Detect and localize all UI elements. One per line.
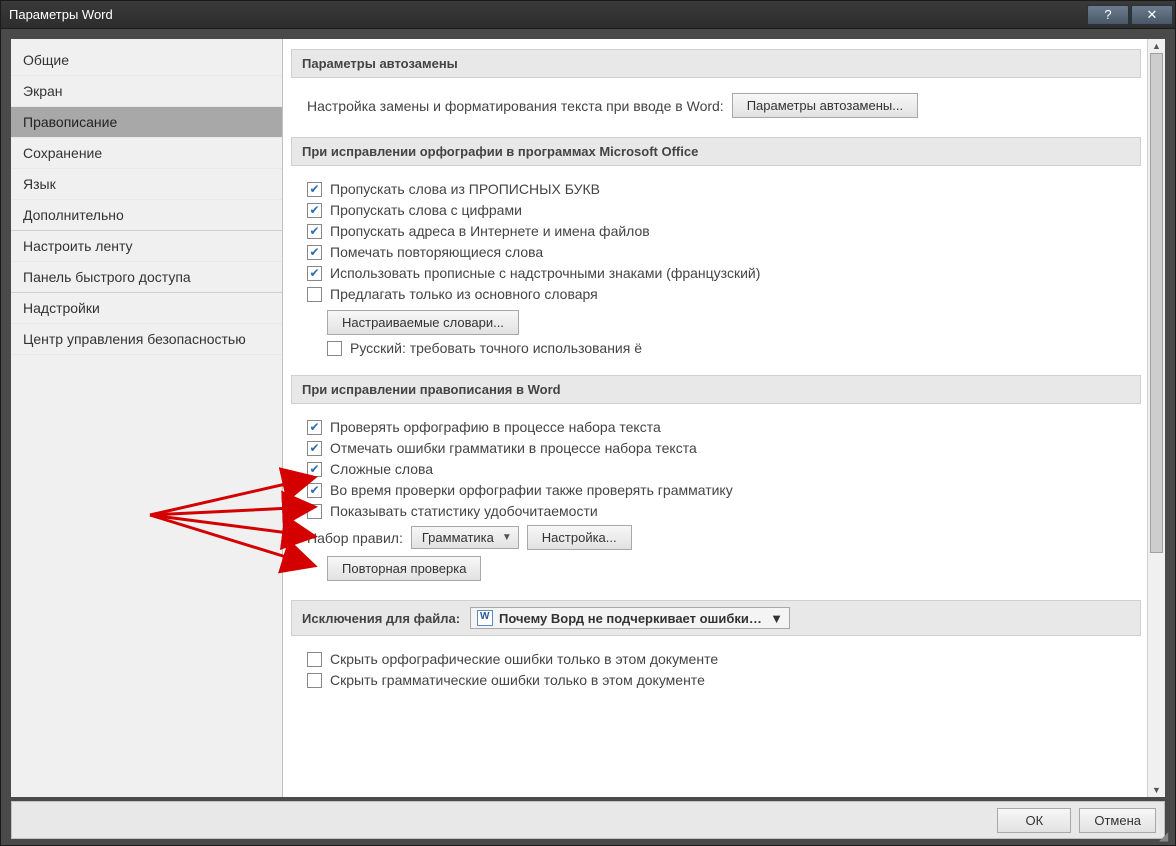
cancel-button[interactable]: Отмена: [1079, 808, 1156, 833]
scroll-up-arrow-icon[interactable]: ▲: [1148, 39, 1165, 53]
sidebar-item-quick-access[interactable]: Панель быстрого доступа: [11, 262, 282, 293]
lbl-mark-grammar-typing: Отмечать ошибки грамматики в процессе на…: [330, 440, 697, 456]
sidebar: Общие Экран Правописание Сохранение Язык…: [11, 39, 283, 797]
recheck-document-button[interactable]: Повторная проверка: [327, 556, 481, 581]
cb-uppercase-words[interactable]: [307, 182, 322, 197]
scrollbar-thumb[interactable]: [1150, 53, 1163, 553]
dialog-body: Общие Экран Правописание Сохранение Язык…: [1, 29, 1175, 845]
scroll-down-arrow-icon[interactable]: ▼: [1148, 783, 1165, 797]
cb-internet-addresses[interactable]: [307, 224, 322, 239]
sidebar-item-proofing[interactable]: Правописание: [11, 107, 282, 138]
autocorrect-options-button[interactable]: Параметры автозамены...: [732, 93, 918, 118]
lbl-hide-grammar-errors: Скрыть грамматические ошибки только в эт…: [330, 672, 705, 688]
lbl-russian-yo: Русский: требовать точного использования…: [350, 340, 642, 356]
cb-mark-grammar-typing[interactable]: [307, 441, 322, 456]
sidebar-item-general[interactable]: Общие: [11, 45, 282, 76]
cb-complex-words[interactable]: [307, 462, 322, 477]
ruleset-label: Набор правил:: [307, 530, 403, 546]
cb-readability-stats[interactable]: [307, 504, 322, 519]
dialog-footer: ОК Отмена: [11, 801, 1165, 839]
exceptions-file-combo[interactable]: Почему Ворд не подчеркивает ошибки кр...…: [470, 607, 790, 629]
lbl-repeated-words: Помечать повторяющиеся слова: [330, 244, 543, 260]
cb-repeated-words[interactable]: [307, 245, 322, 260]
close-icon: ✕: [1147, 7, 1158, 23]
window-title: Параметры Word: [9, 7, 113, 22]
sidebar-item-trust-center[interactable]: Центр управления безопасностью: [11, 324, 282, 355]
lbl-hide-spelling-errors: Скрыть орфографические ошибки только в э…: [330, 651, 718, 667]
cb-check-spelling-typing[interactable]: [307, 420, 322, 435]
titlebar: Параметры Word ? ✕: [1, 1, 1175, 29]
cb-words-with-numbers[interactable]: [307, 203, 322, 218]
lbl-uppercase-words: Пропускать слова из ПРОПИСНЫХ БУКВ: [330, 181, 600, 197]
exceptions-file-value: Почему Ворд не подчеркивает ошибки кр...: [499, 611, 764, 626]
cb-main-dict-only[interactable]: [307, 287, 322, 302]
lbl-check-grammar-with-spell: Во время проверки орфографии также прове…: [330, 482, 733, 498]
chevron-down-icon: ▼: [502, 532, 512, 543]
custom-dictionaries-button[interactable]: Настраиваемые словари...: [327, 310, 519, 335]
section-exceptions-header: Исключения для файла: Почему Ворд не под…: [291, 600, 1141, 636]
lbl-internet-addresses: Пропускать адреса в Интернете и имена фа…: [330, 223, 650, 239]
ok-button[interactable]: ОК: [997, 808, 1071, 833]
exceptions-header-text: Исключения для файла:: [302, 611, 460, 626]
autocorrect-desc: Настройка замены и форматирования текста…: [307, 98, 724, 114]
sidebar-item-display[interactable]: Экран: [11, 76, 282, 107]
lbl-french-accented: Использовать прописные с надстрочными зн…: [330, 265, 760, 281]
help-button[interactable]: ?: [1087, 5, 1129, 25]
cb-russian-yo[interactable]: [327, 341, 342, 356]
help-icon: ?: [1104, 7, 1111, 22]
chevron-down-icon: ▼: [770, 611, 783, 626]
grammar-settings-button[interactable]: Настройка...: [527, 525, 632, 550]
word-document-icon: [477, 610, 493, 626]
section-office-spell-header: При исправлении орфографии в программах …: [291, 137, 1141, 166]
main-area: Параметры автозамены Настройка замены и …: [283, 39, 1165, 797]
sidebar-item-language[interactable]: Язык: [11, 169, 282, 200]
sidebar-item-save[interactable]: Сохранение: [11, 138, 282, 169]
lbl-readability-stats: Показывать статистику удобочитаемости: [330, 503, 598, 519]
section-word-spell-header: При исправлении правописания в Word: [291, 375, 1141, 404]
cb-hide-spelling-errors[interactable]: [307, 652, 322, 667]
cb-check-grammar-with-spell[interactable]: [307, 483, 322, 498]
lbl-main-dict-only: Предлагать только из основного словаря: [330, 286, 598, 302]
options-dialog: Параметры Word ? ✕ Общие Экран Правописа…: [0, 0, 1176, 846]
lbl-words-with-numbers: Пропускать слова с цифрами: [330, 202, 522, 218]
close-button[interactable]: ✕: [1131, 5, 1173, 25]
sidebar-item-addins[interactable]: Надстройки: [11, 293, 282, 324]
sidebar-item-advanced[interactable]: Дополнительно: [11, 200, 282, 231]
section-autocorrect-header: Параметры автозамены: [291, 49, 1141, 78]
vertical-scrollbar[interactable]: ▲ ▼: [1147, 39, 1165, 797]
sidebar-item-customize-ribbon[interactable]: Настроить ленту: [11, 231, 282, 262]
resize-grip-icon[interactable]: ◢: [1159, 829, 1173, 843]
cb-french-accented[interactable]: [307, 266, 322, 281]
ruleset-value: Грамматика: [422, 530, 494, 545]
content-frame: Общие Экран Правописание Сохранение Язык…: [11, 39, 1165, 797]
lbl-complex-words: Сложные слова: [330, 461, 433, 477]
ruleset-combo[interactable]: Грамматика ▼: [411, 526, 519, 549]
main-scroll: Параметры автозамены Настройка замены и …: [283, 39, 1147, 797]
lbl-check-spelling-typing: Проверять орфографию в процессе набора т…: [330, 419, 661, 435]
cb-hide-grammar-errors[interactable]: [307, 673, 322, 688]
